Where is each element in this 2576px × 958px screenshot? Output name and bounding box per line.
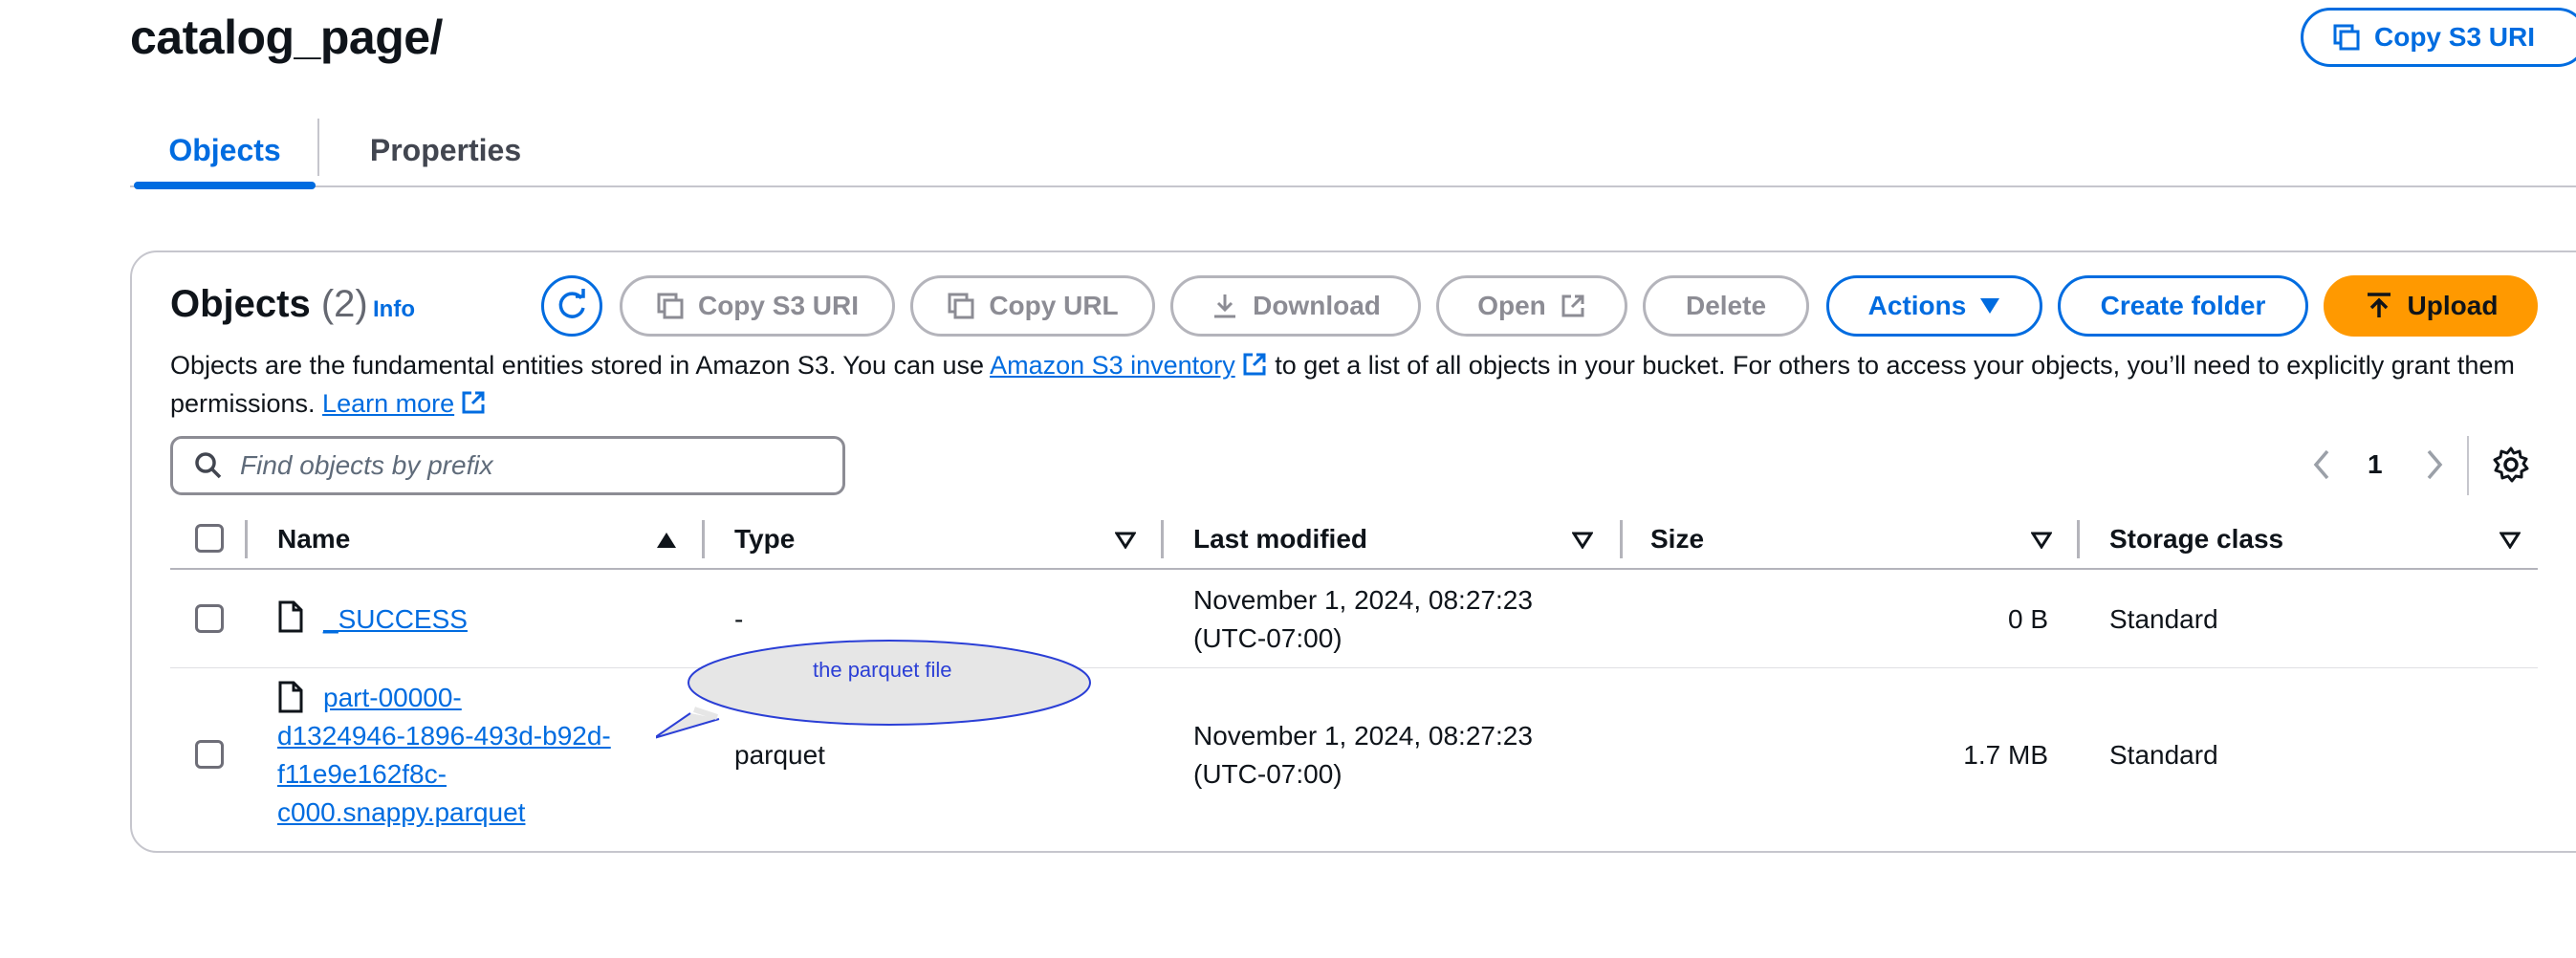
external-link-icon (1243, 353, 1266, 376)
select-all-checkbox[interactable] (195, 524, 224, 553)
copy-s3-uri-header-label: Copy S3 URI (2374, 22, 2536, 52)
object-name-line: d1324946-1896-493d-b92d- (277, 721, 611, 751)
previous-page-icon[interactable] (2308, 447, 2335, 482)
create-folder-button[interactable]: Create folder (2058, 275, 2308, 337)
next-page-icon[interactable] (2421, 447, 2448, 482)
column-divider (245, 520, 248, 558)
page-title: catalog_page/ (130, 11, 443, 64)
search-box (170, 436, 845, 495)
download-button[interactable]: Download (1170, 275, 1421, 337)
refresh-icon (558, 289, 585, 318)
copy-icon (2333, 24, 2360, 51)
last-modified-date: November 1, 2024, 08:27:23 (1193, 721, 1533, 751)
object-storage-class: Standard (2109, 740, 2218, 770)
file-icon (278, 600, 303, 633)
object-name-link[interactable]: part-00000- d1324946-1896-493d-b92d- f11… (277, 679, 660, 832)
sort-icon[interactable] (1572, 532, 1593, 549)
object-last-modified: November 1, 2024, 08:27:23 (UTC-07:00) (1193, 581, 1533, 658)
copy-url-label: Copy URL (989, 291, 1119, 320)
last-modified-date: November 1, 2024, 08:27:23 (1193, 585, 1533, 615)
open-label: Open (1477, 291, 1546, 320)
object-last-modified: November 1, 2024, 08:27:23 (UTC-07:00) (1193, 717, 1533, 794)
search-icon (195, 452, 222, 479)
open-button[interactable]: Open (1436, 275, 1627, 337)
upload-button[interactable]: Upload (2324, 275, 2538, 337)
object-name-line: f11e9e162f8c- (277, 759, 447, 789)
external-link-icon (1561, 294, 1584, 317)
column-header-size[interactable]: Size (1650, 524, 1704, 555)
gear-icon[interactable] (2492, 446, 2530, 484)
objects-heading-label: Objects (170, 283, 311, 325)
object-name-text: _SUCCESS (323, 604, 468, 634)
description-text-1: Objects are the fundamental entities sto… (170, 351, 991, 380)
delete-button[interactable]: Delete (1643, 275, 1809, 337)
copy-icon (948, 293, 974, 319)
upload-icon (2367, 293, 2390, 317)
sort-icon[interactable] (2500, 532, 2521, 549)
external-link-icon (462, 391, 485, 414)
column-header-type[interactable]: Type (734, 524, 795, 555)
object-name-line: c000.snappy.parquet (277, 797, 526, 827)
search-input[interactable] (238, 449, 812, 482)
tab-objects[interactable]: Objects (134, 113, 316, 189)
row-divider (170, 667, 2538, 668)
last-modified-timezone: (UTC-07:00) (1193, 623, 1343, 653)
object-type: - (734, 604, 744, 634)
table-header-divider (170, 568, 2538, 570)
row-checkbox[interactable] (195, 740, 224, 769)
objects-count: (2) (320, 283, 368, 325)
s3-inventory-link[interactable]: Amazon S3 inventory (990, 351, 1235, 380)
last-modified-timezone: (UTC-07:00) (1193, 759, 1343, 789)
column-divider (1620, 520, 1623, 558)
callout-text: the parquet file (813, 658, 952, 682)
download-label: Download (1253, 291, 1381, 320)
actions-dropdown-button[interactable]: Actions (1826, 275, 2042, 337)
column-divider (2077, 520, 2080, 558)
objects-heading: Objects (2) (170, 283, 368, 326)
copy-s3-uri-header-button[interactable]: Copy S3 URI (2301, 8, 2576, 67)
column-divider (1161, 520, 1164, 558)
column-header-storage-class[interactable]: Storage class (2109, 524, 2283, 555)
callout-bubble (656, 640, 1091, 739)
tab-properties[interactable]: Properties (350, 113, 541, 187)
column-divider (702, 520, 705, 558)
copy-url-button[interactable]: Copy URL (910, 275, 1155, 337)
sort-icon[interactable] (2031, 532, 2052, 549)
actions-label: Actions (1867, 291, 1967, 320)
upload-label: Upload (2407, 291, 2499, 320)
sort-icon[interactable] (1115, 532, 1136, 549)
column-header-last-modified[interactable]: Last modified (1193, 524, 1367, 555)
sort-ascending-icon[interactable] (656, 532, 677, 549)
copy-s3-uri-button[interactable]: Copy S3 URI (620, 275, 895, 337)
column-header-name[interactable]: Name (277, 524, 350, 555)
objects-description: Objects are the fundamental entities sto… (170, 346, 2551, 423)
learn-more-link[interactable]: Learn more (322, 389, 454, 418)
row-checkbox[interactable] (195, 604, 224, 633)
download-icon (1214, 294, 1236, 318)
copy-icon (657, 293, 684, 319)
pager-divider (2467, 436, 2469, 495)
tab-bar: Objects Properties (130, 113, 2576, 189)
copy-s3-uri-label: Copy S3 URI (697, 291, 860, 320)
object-name-line: part-00000- (323, 683, 462, 712)
tab-divider (317, 119, 319, 176)
object-size: 0 B (2007, 604, 2048, 634)
object-storage-class: Standard (2109, 604, 2218, 634)
info-link[interactable]: Info (373, 296, 415, 323)
refresh-button[interactable] (541, 275, 602, 337)
object-size: 1.7 MB (1963, 740, 2048, 770)
object-name-link[interactable]: _SUCCESS (323, 600, 468, 639)
caret-down-icon (1980, 298, 2000, 314)
current-page-number[interactable]: 1 (2368, 449, 2383, 480)
